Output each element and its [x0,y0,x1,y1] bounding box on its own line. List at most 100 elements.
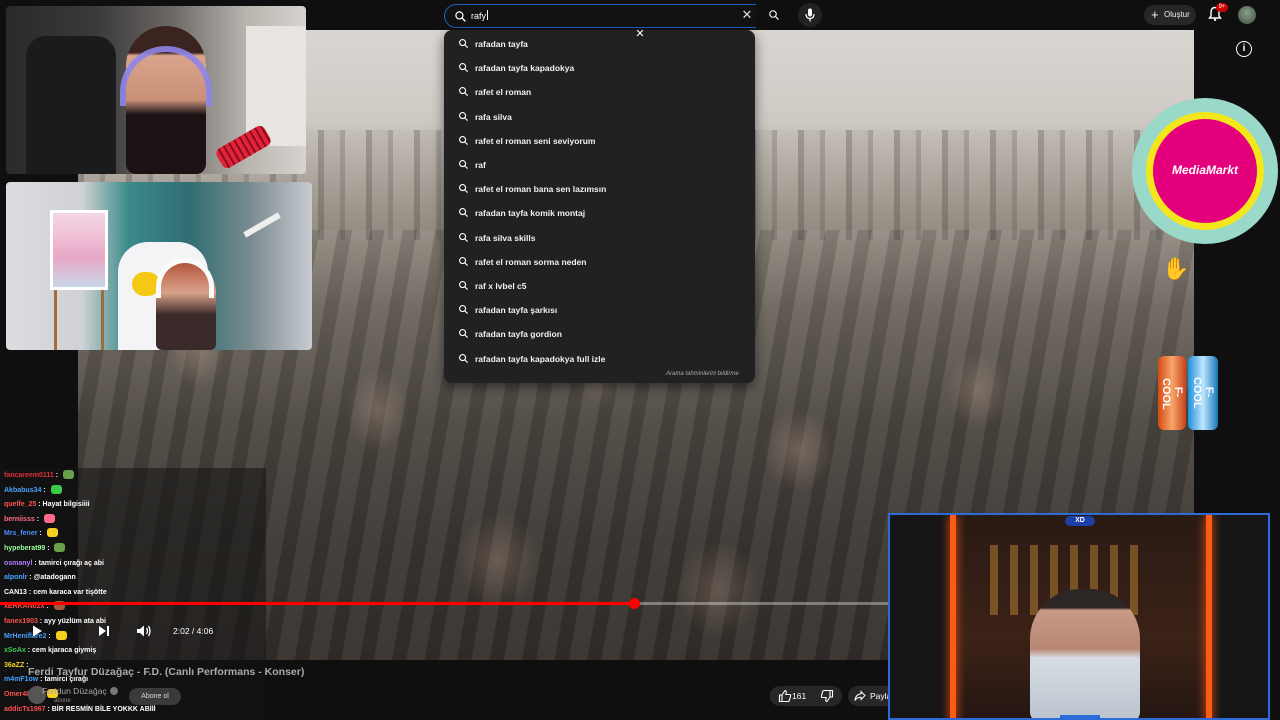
thumbs-down-icon[interactable] [820,689,834,703]
chat-message: Akbabus34 : [4,484,62,497]
chat-username: addicTs1967 [4,705,46,713]
search-icon [459,39,469,49]
voice-search-button[interactable] [798,3,822,27]
can-label: F-COOL [1160,378,1184,410]
can-label: F-COOL [1191,377,1215,409]
search-icon [459,281,469,291]
chat-message: addicTs1967 : BİR RESMİN BİLE YOKKK ABİİ… [4,705,156,713]
chat-message: fancareem0111 : [4,470,75,482]
search-icon [459,329,469,339]
suggestion-label: rafadan tayfa kapadokya [475,63,575,74]
chat-username: 36aZZ [4,661,25,669]
chat-text: Hayat bilgisiiii [42,501,90,509]
chat-text: cem karaca var tişötte [33,588,107,596]
webcam-top-left [6,6,306,174]
suggestion-label: raf [475,160,486,170]
suggestion-label: rafa silva [475,111,512,122]
suggestion-item[interactable]: rafet el roman seni seviyorum [444,129,755,153]
microphone [214,123,273,171]
chat-username: osmanyl [4,559,33,567]
chat-username: CAN13 [4,588,27,596]
like-dislike-group: 161 [770,686,842,706]
hand-wave-icon: ✋ [1162,256,1190,281]
emote-icon [50,484,62,494]
time-display: 2:02 / 4:06 [173,626,214,636]
painting [50,210,108,290]
chat-username: Mrs_fener [4,530,38,538]
neon-light-left [950,515,956,718]
chat-text: @atadogann [33,574,76,582]
suggestion-item[interactable]: rafadan tayfa şarkısı [444,298,755,322]
search-input[interactable]: rafy [444,4,756,28]
emote-icon [55,630,67,640]
suggestion-label: rafet el roman bana sen lazımsın [475,184,607,195]
chat-username: Akbabus34 [4,486,42,494]
search-icon [459,208,469,218]
chat-message: xSoAx : cem kjaraca giymiş [4,647,97,655]
chat-message: osmanyl : tamirci çırağı aç abi [4,559,105,567]
emote-icon [54,543,66,552]
chat-text: cem kjaraca giymiş [32,647,97,655]
clear-search-button[interactable]: ✕ [738,6,756,24]
thumbs-up-icon[interactable] [778,689,792,703]
suggestion-item[interactable]: rafadan tayfa kapadokya [444,56,755,80]
suggestion-item[interactable]: rafet el roman bana sen lazımsın [444,177,755,201]
gaming-chair [26,36,116,174]
chat-username: quelfe_25 [4,501,37,509]
search-button[interactable] [762,3,786,27]
suggestion-item[interactable]: raf [444,153,755,177]
drink-can-blue: F-COOL [1188,356,1218,430]
subscriber-count: abone [54,698,71,704]
suggestion-label: rafadan tayfa kapadokya full izle [475,353,606,364]
neon-light-right [1206,515,1212,718]
chat-username: hypeberat99 [4,545,46,552]
streamer-person [1030,589,1140,718]
suggestion-label: rafadan tayfa şarkısı [475,305,558,316]
emote-icon [46,528,58,538]
search-icon [459,353,469,363]
search-icon [455,11,466,22]
suggestion-label: rafet el roman [475,87,532,98]
suggestion-label: rafadan tayfa gordion [475,329,562,340]
suggestion-label: rafadan tayfa [475,39,528,49]
chat-message: alponlr : @atadogann [4,574,76,582]
suggestion-item[interactable]: rafadan tayfa kapadokya full izle [444,347,755,371]
suggestion-item[interactable]: rafadan tayfa komik montaj [444,201,755,225]
play-icon[interactable] [30,624,44,638]
progress-scrubber[interactable] [629,598,640,609]
suggestion-item[interactable]: rafet el roman sorma neden [444,250,755,274]
info-button[interactable]: i [1236,41,1252,57]
suggestion-item[interactable]: rafadan tayfa gordion [444,322,755,346]
next-icon[interactable] [97,624,111,638]
chat-message: fanex1903 : ayy yüzlüm ata abi [4,618,106,625]
search-query: rafy [471,10,489,21]
volume-icon[interactable] [136,624,152,638]
suggestion-item[interactable]: raf x lvbel c5 [444,274,755,298]
webcam-bottom-right: XD [888,513,1270,720]
subscribe-button[interactable]: Abone ol [129,688,181,705]
emote-icon [63,470,75,479]
chat-username: berniisss [4,515,35,523]
chat-text: tamirci çırağı aç abi [38,559,105,567]
chat-username: fancareem0111 [4,472,54,479]
report-predictions-link[interactable]: Arama tahminlerini bildirme [666,371,739,377]
chat-message: hypeberat99 : [4,543,66,555]
mic-arm [243,212,281,238]
create-button[interactable]: + Oluştur [1144,5,1196,25]
suggestion-item[interactable]: rafet el roman [444,80,755,104]
chat-message: 36aZZ : [4,661,29,669]
account-avatar[interactable] [1238,6,1256,24]
video-title: Ferdi Tayfur Düzağaç - F.D. (Canlı Perfo… [28,666,305,678]
channel-name[interactable]: Feridun Düzağaç [42,686,118,696]
webcam-frame-accent [1060,715,1100,718]
verified-icon [109,687,118,695]
suggestion-item[interactable]: rafadan tayfa [444,32,755,56]
screen: i rafy ✕ + Oluştur 9+ ✕ rafadan tayfa raf… [0,0,1280,720]
suggestion-item[interactable]: rafa silva skills [444,226,755,250]
drink-can-orange: F-COOL [1158,356,1186,430]
webcam-frame-logo: XD [1065,516,1095,526]
search-icon [459,232,469,242]
suggestion-item[interactable]: rafa silva [444,105,755,129]
search-icon [769,10,779,20]
chat-message: CAN13 : cem karaca var tişötte [4,588,107,596]
